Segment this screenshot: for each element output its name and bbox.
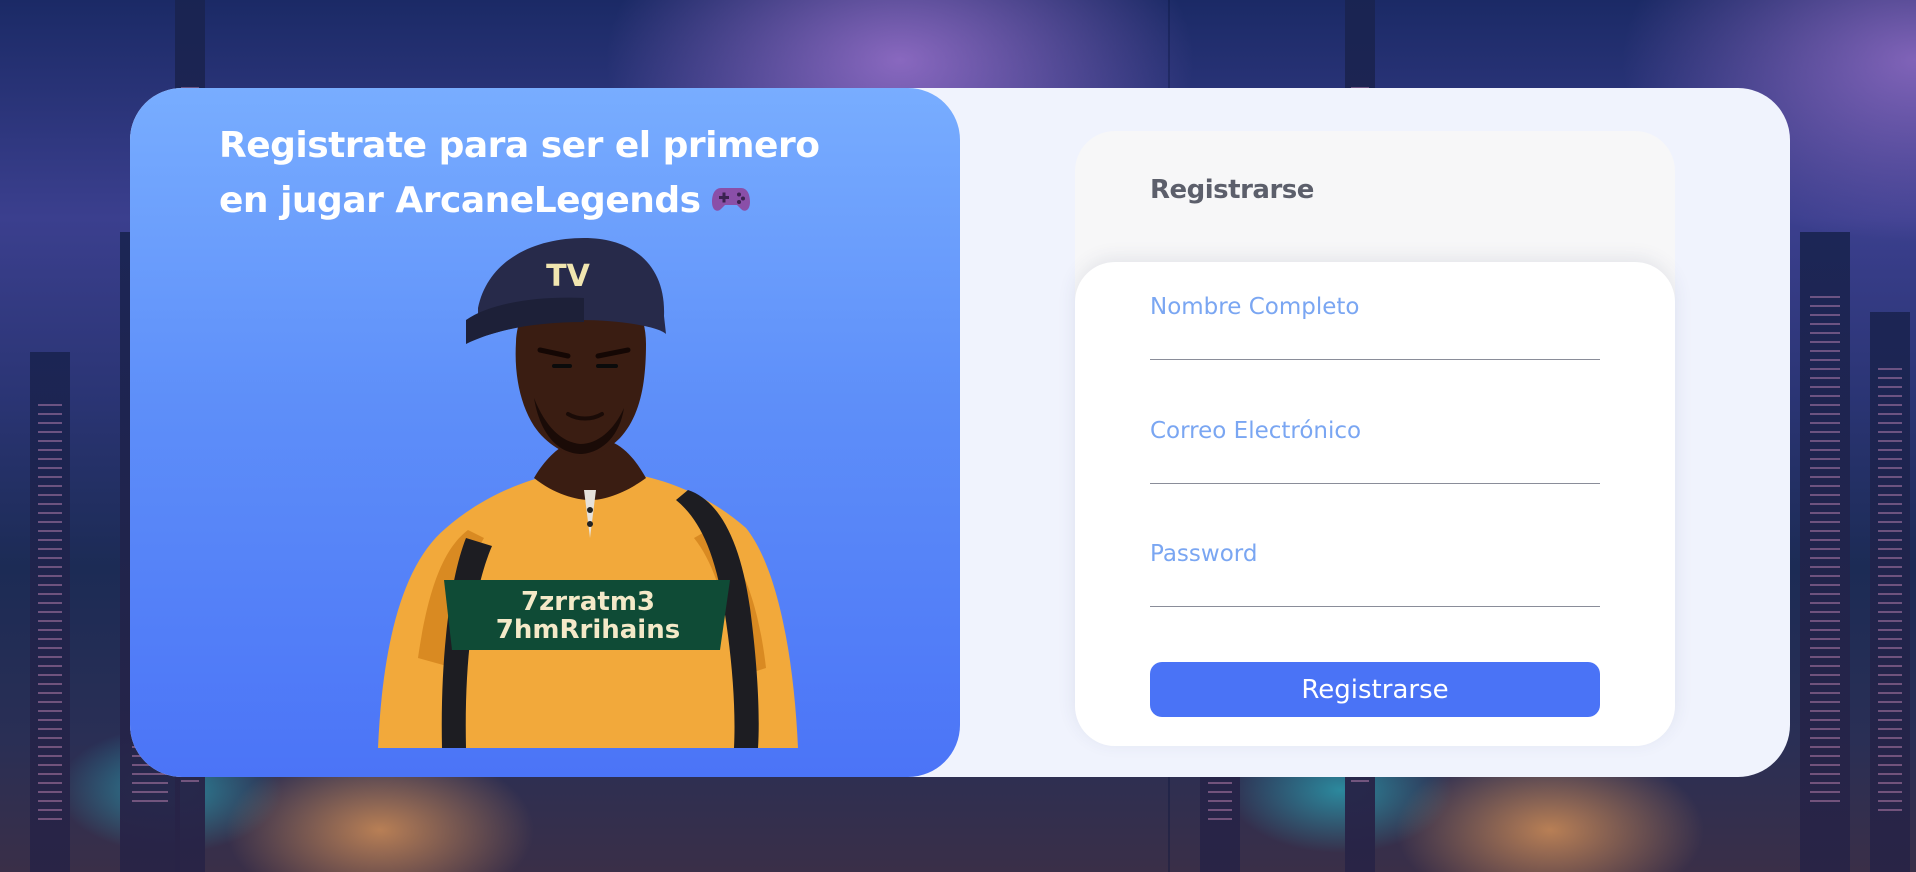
full-name-input[interactable] xyxy=(1150,285,1600,329)
password-input[interactable] xyxy=(1150,532,1600,576)
hero-title: Registrate para ser el primero en jugar … xyxy=(219,118,859,230)
background-building xyxy=(1870,312,1910,872)
svg-text:7hmRrihains: 7hmRrihains xyxy=(496,615,680,645)
register-button[interactable]: Registrarse xyxy=(1150,662,1600,717)
background-building xyxy=(1800,232,1850,872)
email-input[interactable] xyxy=(1150,409,1600,453)
signup-form: Registrarse xyxy=(1075,262,1675,746)
hero-panel: Registrate para ser el primero en jugar … xyxy=(130,88,960,777)
form-header: Registrarse xyxy=(1150,175,1314,205)
full-name-field xyxy=(1150,285,1600,360)
gamepad-icon xyxy=(711,175,751,230)
svg-text:7zrratm3: 7zrratm3 xyxy=(521,587,655,617)
character-illustration: 7zrratm3 7hmRrihains TV xyxy=(378,238,798,748)
signup-form-panel: Registrarse Registrarse xyxy=(1075,131,1675,746)
svg-text:TV: TV xyxy=(546,259,590,294)
background-building xyxy=(30,352,70,872)
email-field xyxy=(1150,409,1600,484)
password-field xyxy=(1150,532,1600,607)
